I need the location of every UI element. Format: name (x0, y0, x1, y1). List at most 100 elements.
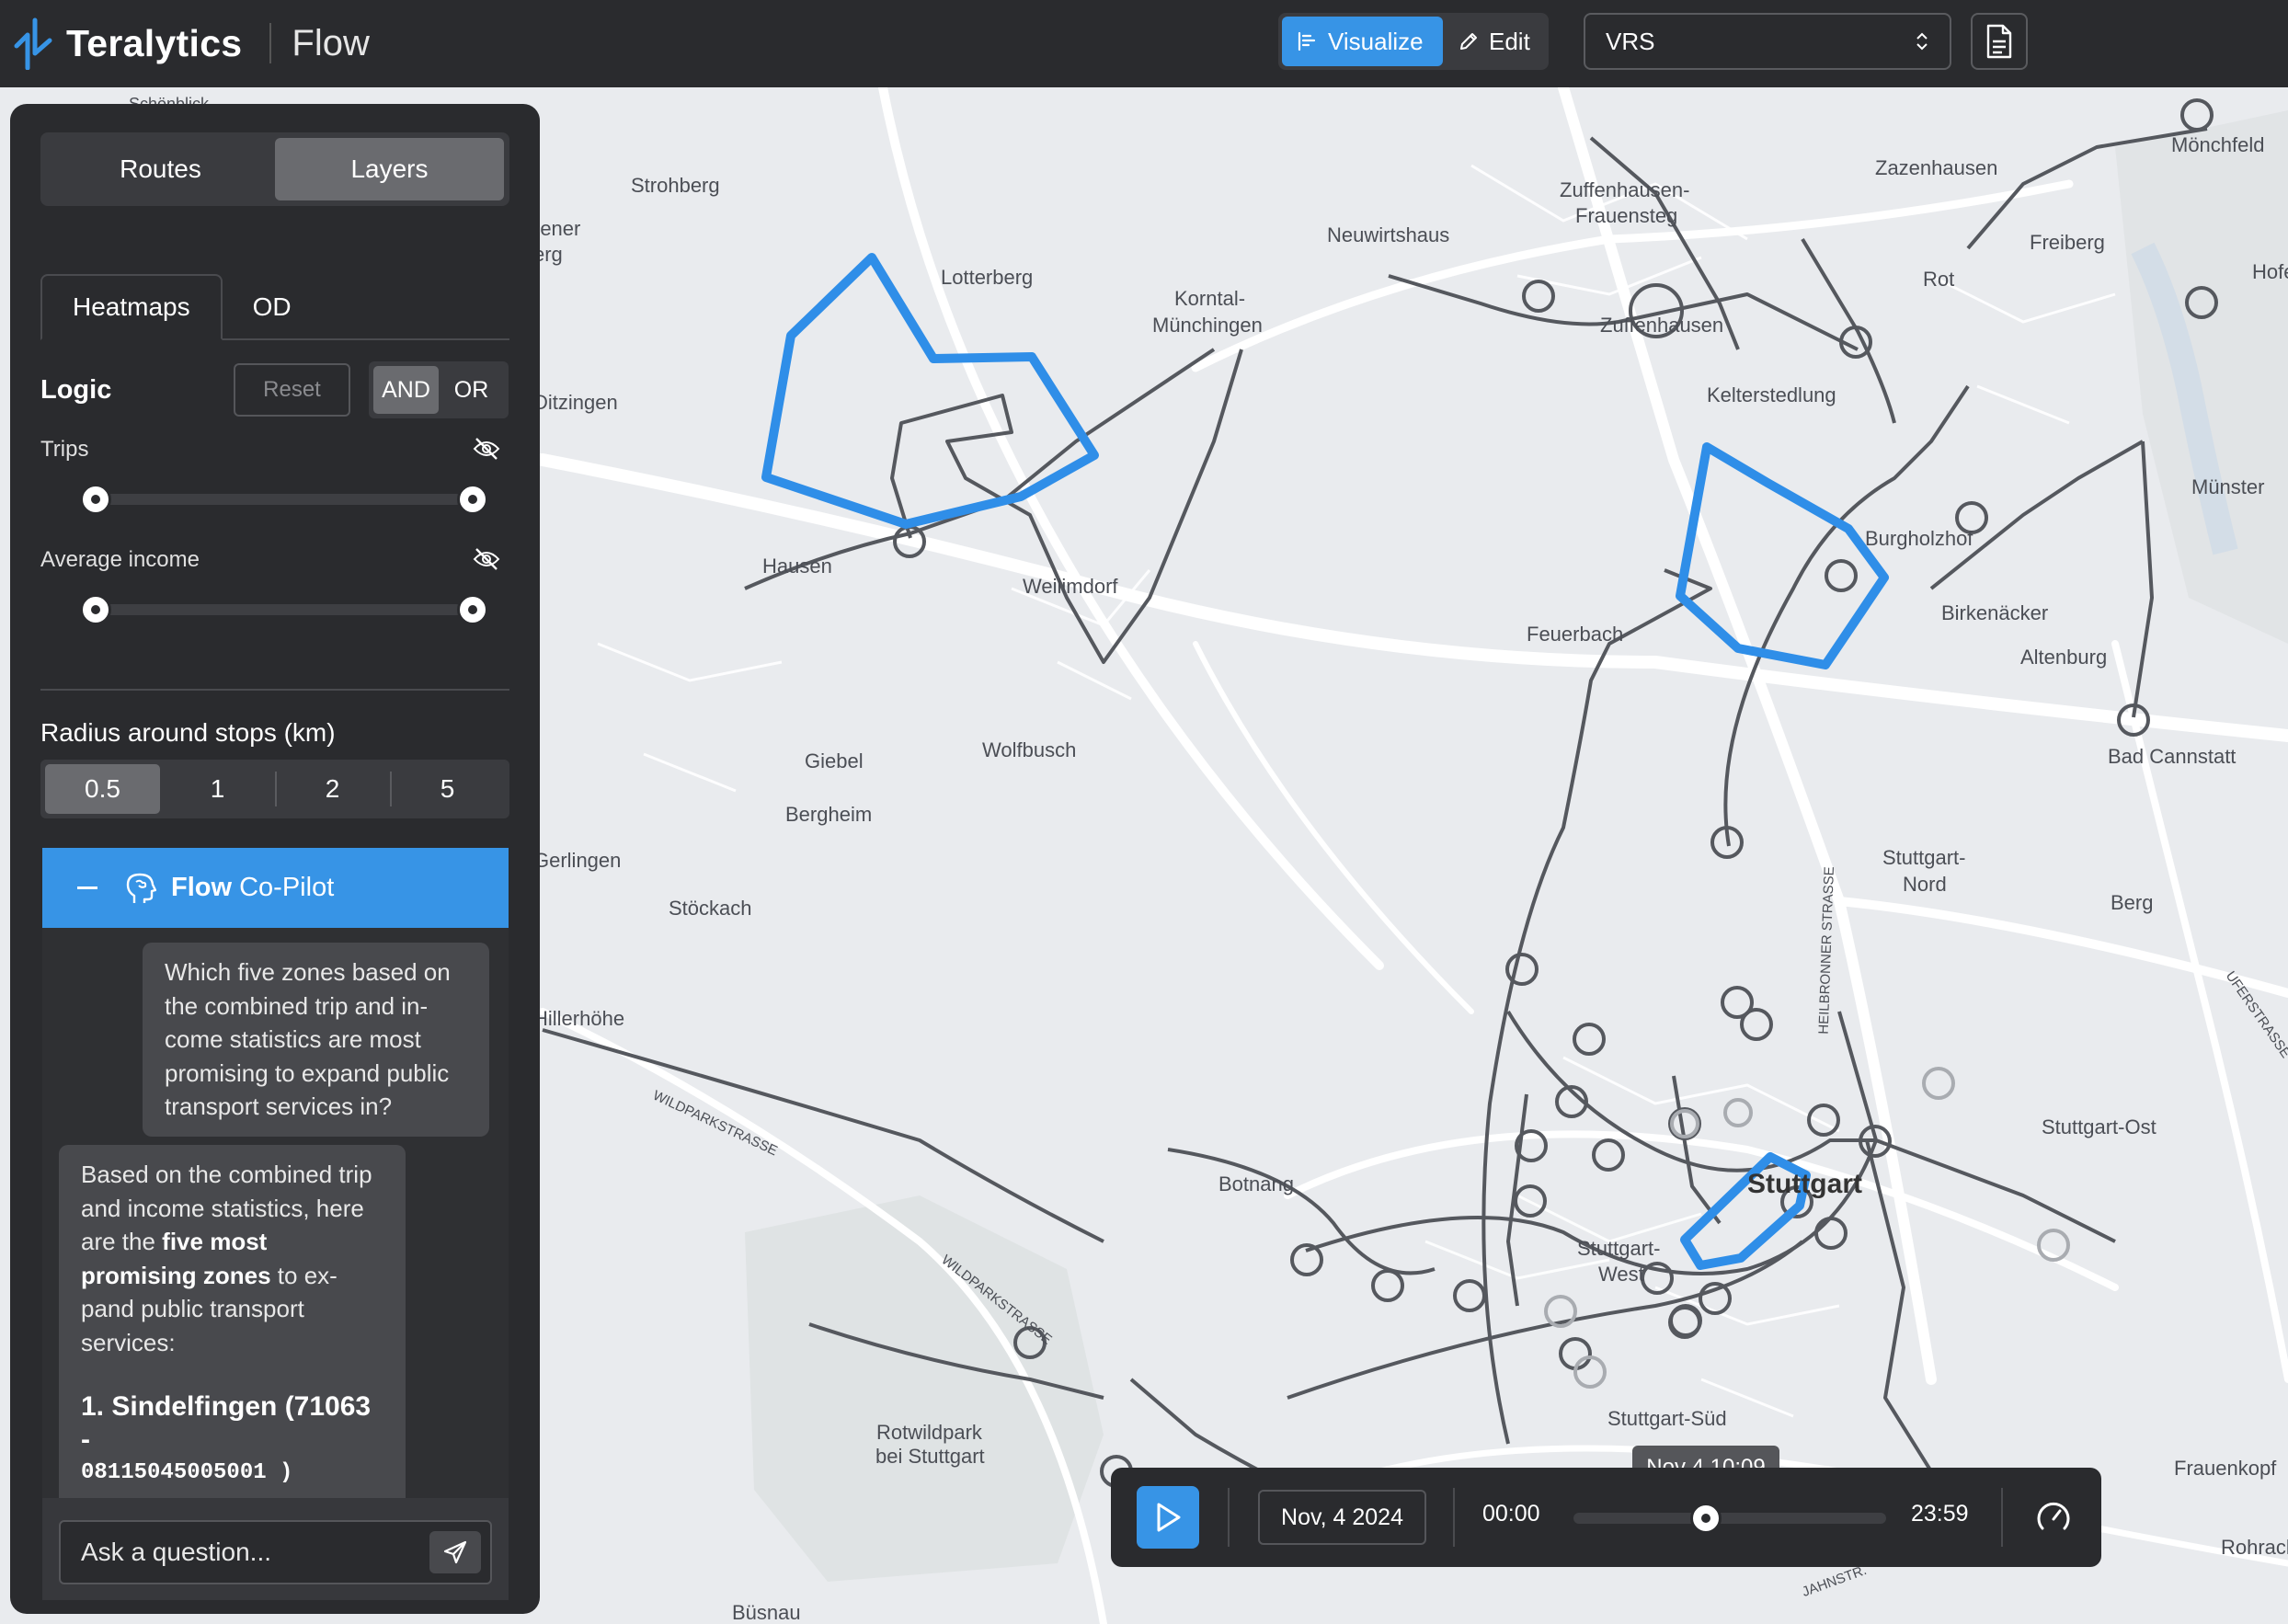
collapse-icon[interactable] (77, 886, 97, 889)
pencil-icon (1460, 33, 1477, 50)
brain-head-icon (126, 873, 156, 903)
logic-row: Logic Reset AND OR (40, 361, 509, 418)
logic-or-option[interactable]: OR (439, 366, 504, 414)
map-label: Korntal- (1174, 287, 1246, 310)
copilot-title-rest: Co-Pilot (239, 873, 335, 902)
map-label: Frauenkopf (2174, 1457, 2277, 1480)
layers-panel: Routes Layers Heatmaps OD Logic Reset AN… (10, 104, 540, 1614)
edit-button[interactable]: Edit (1443, 17, 1545, 66)
radius-option[interactable]: 5 (390, 764, 505, 814)
edit-label: Edit (1489, 27, 1530, 55)
tab-od[interactable]: OD (223, 274, 322, 340)
map-label: Stuttgart-Süd (1607, 1407, 1727, 1430)
panel-tabs: Routes Layers (40, 132, 509, 206)
time-end: 23:59 (1911, 1501, 1969, 1527)
map-label: Burgholzhof (1865, 527, 1973, 550)
map-label: Ditzingen (533, 391, 618, 414)
map-label: Berg (2111, 891, 2154, 914)
assistant-list-item-cut: 08115045005001 ) (81, 1460, 293, 1485)
copilot-title: Flow Co-Pilot (171, 873, 334, 903)
map-label: Hillerhöhe (533, 1007, 625, 1030)
radius-option[interactable]: 1 (160, 764, 275, 814)
income-slider-max-thumb[interactable] (457, 594, 488, 625)
map-label: Zuffenhausen- (1560, 178, 1690, 201)
income-slider-min-thumb[interactable] (80, 594, 111, 625)
radius-option[interactable]: 2 (275, 764, 390, 814)
assistant-list-item: 1. Sindelfingen (71063 - (81, 1391, 372, 1455)
brand[interactable]: Teralytics Flow (13, 17, 370, 70)
map-label: Stuttgart (1747, 1169, 1862, 1199)
tab-heatmaps[interactable]: Heatmaps (40, 274, 223, 340)
user-message: Which five zones based on the combined t… (143, 943, 489, 1137)
date-picker[interactable]: Nov, 4 2024 (1258, 1490, 1426, 1545)
document-icon (1986, 24, 2012, 59)
region-select-value: VRS (1606, 27, 1655, 55)
map-label: Wolfbusch (982, 738, 1077, 761)
play-icon (1157, 1503, 1181, 1532)
reset-button[interactable]: Reset (234, 363, 350, 417)
copilot-title-bold: Flow (171, 873, 233, 902)
income-slider-track[interactable] (85, 604, 462, 615)
map-label: Mönchfeld (2171, 133, 2265, 156)
map-label: Birkenäcker (1941, 601, 2049, 624)
chat-messages[interactable]: Which five zones based on the combined t… (42, 928, 509, 1498)
send-icon (443, 1540, 467, 1564)
map-label: Giebel (805, 749, 864, 772)
timeline-divider (1228, 1488, 1230, 1547)
map-label: Frauensteg (1575, 204, 1678, 227)
chart-icon (1298, 31, 1316, 51)
timeline-bar: Nov, 4 2024 00:00 23:59 (1111, 1468, 2101, 1567)
trips-slider-max-thumb[interactable] (457, 484, 488, 515)
logic-label: Logic (40, 374, 112, 405)
map-label: Strohberg (631, 174, 720, 197)
map-label: Stuttgart- (1577, 1237, 1661, 1260)
visualize-label: Visualize (1328, 27, 1424, 55)
map-label: Kelterstedlung (1707, 383, 1836, 406)
map-label: Feuerbach (1527, 623, 1624, 646)
eye-off-icon[interactable] (473, 547, 500, 571)
play-button[interactable] (1137, 1486, 1199, 1549)
logic-toggle: AND OR (369, 361, 509, 418)
map-label: Rohracker (2221, 1536, 2288, 1559)
map-label: Rot (1923, 268, 1955, 291)
region-select[interactable]: VRS (1584, 13, 1951, 70)
trips-slider-track[interactable] (85, 494, 462, 505)
map-label: Stuttgart- (1882, 846, 1966, 869)
teralytics-logo (14, 17, 52, 70)
map-label: Lotterberg (941, 266, 1034, 289)
income-slider-label: Average income (40, 547, 200, 572)
time-slider-thumb[interactable] (1689, 1503, 1722, 1534)
map-label: Hausen (762, 555, 832, 578)
trips-slider-min-thumb[interactable] (80, 484, 111, 515)
brand-divider (269, 23, 272, 63)
time-slider[interactable] (1573, 1503, 1886, 1534)
report-button[interactable] (1971, 13, 2028, 70)
radius-option[interactable]: 0.5 (45, 764, 160, 814)
eye-off-icon[interactable] (473, 437, 500, 461)
map-label: Weilimdorf (1023, 575, 1118, 598)
copilot-header[interactable]: Flow Co-Pilot (42, 848, 509, 928)
tab-layers[interactable]: Layers (275, 138, 504, 200)
map-label: Altenburg (2020, 646, 2108, 669)
map-label: Münchingen (1152, 314, 1263, 337)
map-label: Freiberg (2030, 231, 2105, 254)
send-button[interactable] (429, 1531, 481, 1573)
map-label: Büsnau (732, 1601, 801, 1624)
timeline-divider (2001, 1488, 2003, 1547)
map-label: Bergheim (785, 803, 873, 826)
mode-switch: Visualize Edit (1278, 13, 1549, 70)
time-start: 00:00 (1482, 1501, 1540, 1527)
map-label: Neuwirtshaus (1327, 223, 1450, 246)
top-bar: Teralytics Flow Visualize Edit VRS (0, 0, 2288, 87)
logic-and-option[interactable]: AND (373, 366, 439, 414)
speed-button[interactable] (2031, 1495, 2076, 1539)
trips-slider-block: Trips (40, 437, 509, 520)
tab-routes[interactable]: Routes (46, 138, 275, 200)
panel-divider (40, 689, 509, 691)
map-label: Münster (2191, 475, 2265, 498)
radius-label: Radius around stops (km) (40, 718, 336, 747)
question-input[interactable]: Ask a question... (59, 1520, 492, 1584)
map-label: Stuttgart-Ost (2042, 1115, 2156, 1138)
visualize-button[interactable]: Visualize (1282, 17, 1443, 66)
timeline-divider (1453, 1488, 1455, 1547)
